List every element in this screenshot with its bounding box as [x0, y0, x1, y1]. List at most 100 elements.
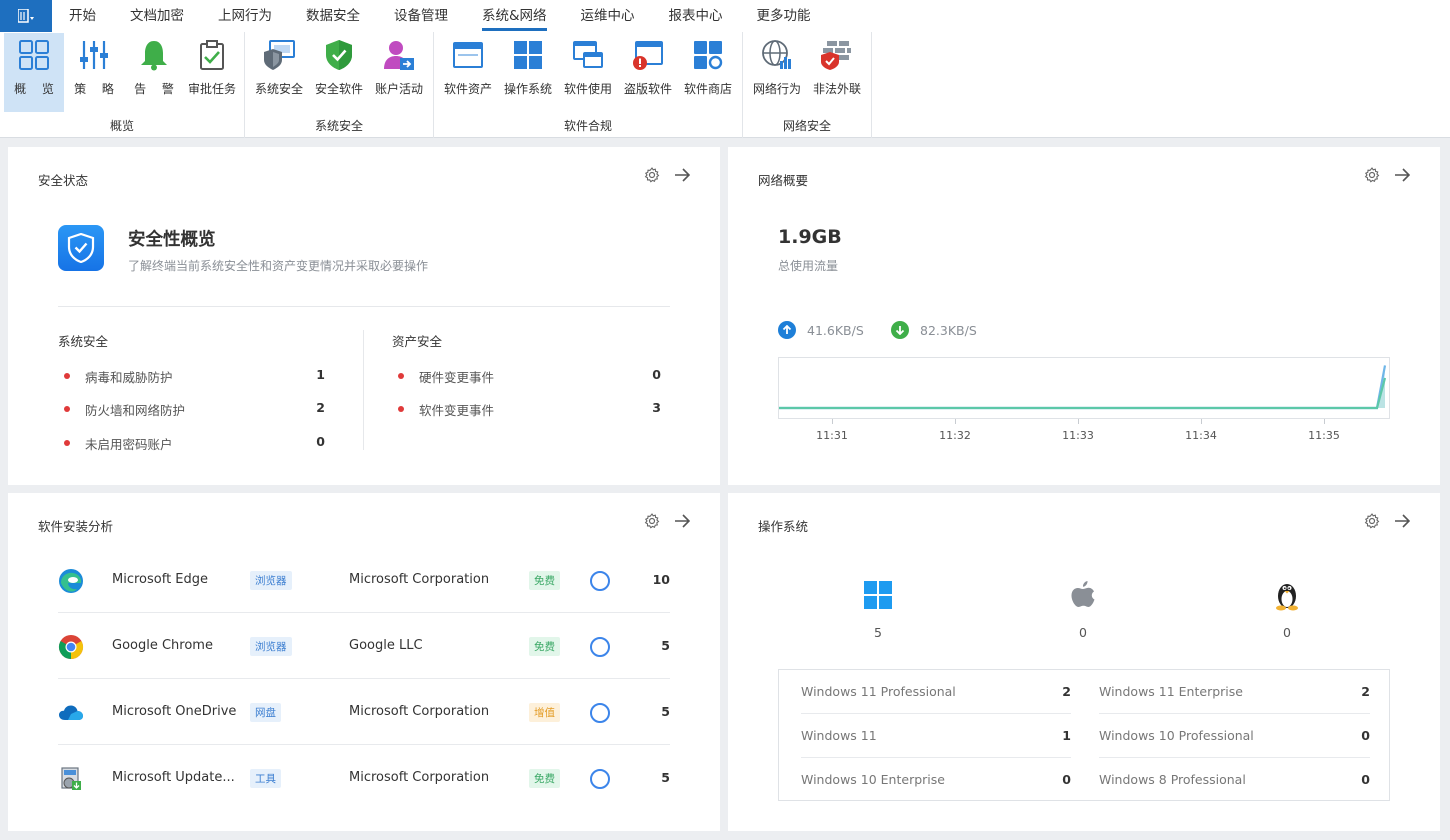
- software-row[interactable]: Google Chrome 浏览器 Google LLC 免费 5: [58, 613, 670, 679]
- os-version-count: 1: [1062, 728, 1071, 743]
- os-version-name: Windows 10 Professional: [1099, 728, 1254, 743]
- tab-device-management[interactable]: 设备管理: [377, 0, 465, 32]
- card-title: 网络概要: [758, 173, 809, 188]
- tab-start[interactable]: 开始: [52, 0, 113, 32]
- axis-tick-mark: [832, 419, 833, 424]
- security-software-button-label: 安全软件: [314, 82, 363, 96]
- asset-item-label[interactable]: 硬件变更事件: [397, 367, 494, 386]
- operating-system-card: 操作系统 5 0 0 Windows 11 Professional 2 Win…: [728, 493, 1440, 831]
- windows-icon[interactable]: [862, 579, 894, 611]
- clipboard-check-icon: [194, 37, 230, 73]
- window-icon: [450, 37, 486, 73]
- software-name: Microsoft Edge: [112, 572, 209, 587]
- software-row[interactable]: Microsoft Edge 浏览器 Microsoft Corporation…: [58, 547, 670, 613]
- tab-report-center[interactable]: 报表中心: [652, 0, 740, 32]
- os-version-row[interactable]: Windows 11 Enterprise 2: [1099, 670, 1370, 714]
- account-activity-button[interactable]: 账户活动: [369, 33, 429, 112]
- software-row[interactable]: Microsoft Update... 工具 Microsoft Corpora…: [58, 745, 670, 811]
- security-item-count[interactable]: 1: [295, 367, 325, 382]
- software-store-button[interactable]: 软件商店: [678, 33, 738, 112]
- approval-task-button[interactable]: 审批任务: [182, 33, 242, 112]
- os-version-row[interactable]: Windows 10 Enterprise 0: [801, 758, 1071, 802]
- traffic-line-2: [779, 377, 1387, 410]
- tab-data-security[interactable]: 数据安全: [289, 0, 377, 32]
- edge-icon: [58, 568, 84, 594]
- linux-count: 0: [1283, 625, 1291, 640]
- sliders-icon: [76, 37, 112, 73]
- os-version-name: Windows 11 Professional: [801, 684, 956, 699]
- download-arrow-icon: [891, 321, 909, 339]
- gear-icon[interactable]: [644, 167, 660, 183]
- system-security-heading: 系统安全: [58, 334, 109, 349]
- app-menu-button[interactable]: [0, 0, 52, 32]
- security-item-label[interactable]: 未启用密码账户: [64, 434, 173, 453]
- operating-system-button[interactable]: 操作系统: [498, 33, 558, 112]
- security-item-count[interactable]: 0: [295, 434, 325, 449]
- network-behavior-button-label: 网络行为: [752, 82, 801, 96]
- card-tools: [1364, 167, 1410, 183]
- software-install-count: 5: [661, 638, 670, 653]
- ribbon-group-network-security-label: 网络安全: [782, 119, 831, 133]
- os-version-row[interactable]: Windows 10 Professional 0: [1099, 714, 1370, 758]
- axis-tick-label: 11:32: [939, 429, 971, 442]
- gear-icon[interactable]: [644, 513, 660, 529]
- tab-more-features[interactable]: 更多功能: [740, 0, 828, 32]
- alert-button[interactable]: 告 警: [124, 33, 184, 112]
- software-assets-button[interactable]: 软件资产: [438, 33, 498, 112]
- asset-item-label[interactable]: 软件变更事件: [397, 400, 494, 419]
- gear-icon[interactable]: [1364, 167, 1380, 183]
- divider: [58, 306, 670, 307]
- security-item-count[interactable]: 2: [295, 400, 325, 415]
- illegal-outreach-button[interactable]: 非法外联: [807, 33, 867, 112]
- software-category-tag: 网盘: [250, 703, 281, 722]
- arrow-right-icon[interactable]: [1394, 167, 1410, 183]
- os-version-count: 0: [1361, 772, 1370, 787]
- ring-icon: [590, 769, 610, 789]
- system-security-button-label: 系统安全: [254, 82, 303, 96]
- tab-doc-encrypt[interactable]: 文档加密: [113, 0, 201, 32]
- os-version-row[interactable]: Windows 11 1: [801, 714, 1071, 758]
- software-install-card: 软件安装分析 Microsoft Edge 浏览器 Microsoft Corp…: [8, 493, 720, 831]
- upload-arrow-icon: [778, 321, 796, 339]
- account-activity-button-label: 账户活动: [374, 82, 423, 96]
- arrow-right-icon[interactable]: [674, 513, 690, 529]
- ribbon-group-network-security: 网络行为 非法外联 网络安全: [743, 32, 872, 138]
- software-row[interactable]: Microsoft OneDrive 网盘 Microsoft Corporat…: [58, 679, 670, 745]
- asset-item-count[interactable]: 3: [631, 400, 661, 415]
- windows-count: 5: [874, 625, 882, 640]
- monitors-icon: [570, 37, 606, 73]
- security-overview-heading: 安全性概览: [128, 230, 216, 250]
- software-license-tag: 免费: [529, 769, 560, 788]
- security-item-label[interactable]: 防火墙和网络防护: [63, 400, 185, 419]
- apple-icon[interactable]: [1067, 579, 1099, 611]
- operating-system-button-label: 操作系统: [503, 82, 552, 96]
- policy-button[interactable]: 策 略: [64, 33, 124, 112]
- software-license-tag: 免费: [529, 637, 560, 656]
- os-version-row[interactable]: Windows 11 Professional 2: [801, 670, 1071, 714]
- software-store-button-label: 软件商店: [683, 82, 732, 96]
- pirated-software-button[interactable]: 盗版软件: [618, 33, 678, 112]
- security-software-button[interactable]: 安全软件: [309, 33, 369, 112]
- os-version-table: Windows 11 Professional 2 Windows 11 Ent…: [778, 669, 1390, 801]
- tab-system-network[interactable]: 系统&网络: [465, 0, 564, 32]
- software-install-count: 5: [661, 770, 670, 785]
- network-behavior-button[interactable]: 网络行为: [747, 33, 807, 112]
- os-version-row[interactable]: Windows 8 Professional 0: [1099, 758, 1370, 802]
- firewall-shield-icon: [819, 37, 855, 73]
- gear-icon[interactable]: [1364, 513, 1380, 529]
- traffic-chart-svg: [779, 365, 1387, 410]
- arrow-right-icon[interactable]: [674, 167, 690, 183]
- linux-tux-icon[interactable]: [1271, 579, 1303, 611]
- tab-ops-center[interactable]: 运维中心: [564, 0, 652, 32]
- software-install-count: 10: [652, 572, 670, 587]
- software-vendor: Google LLC: [349, 638, 423, 653]
- overview-button[interactable]: 概 览: [4, 33, 64, 112]
- asset-item-count[interactable]: 0: [631, 367, 661, 382]
- system-security-button[interactable]: 系统安全: [249, 33, 309, 112]
- tab-web-behavior[interactable]: 上网行为: [201, 0, 289, 32]
- security-item-label[interactable]: 病毒和威胁防护: [64, 367, 173, 386]
- software-usage-button[interactable]: 软件使用: [558, 33, 618, 112]
- arrow-right-icon[interactable]: [1394, 513, 1410, 529]
- user-activity-icon: [381, 37, 417, 73]
- app-store-icon: [690, 37, 726, 73]
